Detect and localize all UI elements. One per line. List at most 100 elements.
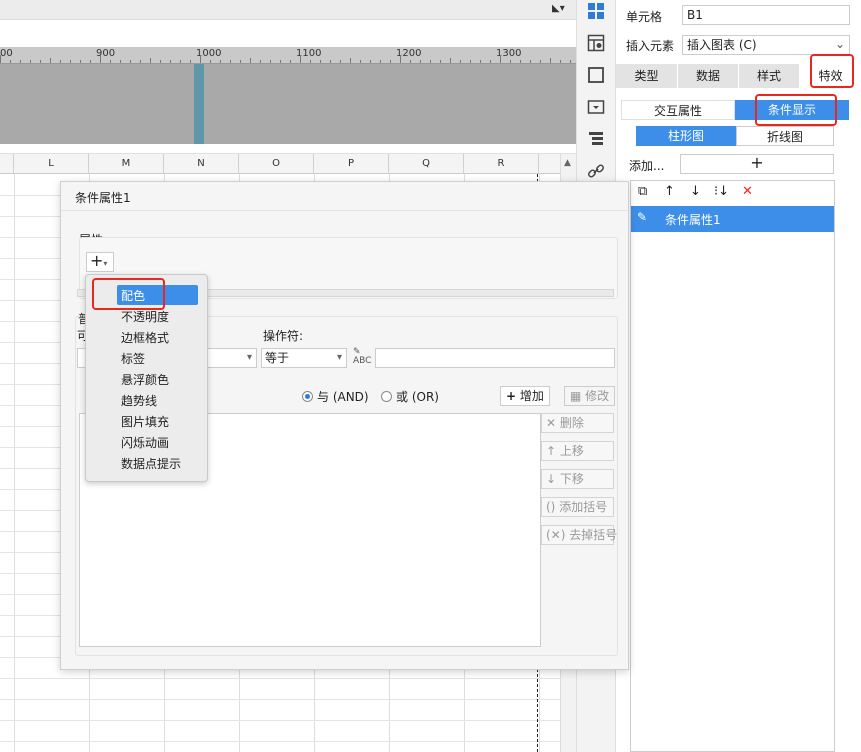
move-up-label: 上移 [559,444,584,458]
add-bracket-button[interactable]: () 添加括号 [541,497,614,517]
ruler-tick [220,60,221,63]
ruler-tick [510,60,511,63]
plus-icon: + [506,389,517,403]
remove-bracket-button[interactable]: (✕) 去掉括号 [541,525,617,545]
move-down-button[interactable]: ↓ 下移 [541,469,614,489]
ruler-tick [460,60,461,63]
dialog-title: 条件属性1 [75,191,131,205]
report-design-area[interactable] [0,64,576,144]
move-bottom-icon[interactable]: ⁝↓ [714,184,729,199]
operator-value: 等于 [265,351,290,365]
ruler-tick [300,55,301,63]
or-radio[interactable] [381,391,392,402]
list-item-selected[interactable]: ✎ 条件属性1 [631,206,834,232]
plus-icon: + [90,251,104,270]
ruler-tick [90,60,91,63]
collapse-corner-icon[interactable]: ◣▾ [552,3,565,14]
condition-list-box: ✎ 条件属性1 [630,180,835,752]
tab-data[interactable]: 数据 [678,64,739,88]
selected-column-marker[interactable] [194,64,204,144]
ruler-tick [130,60,131,63]
grid-row-line [0,699,560,700]
column-header-p[interactable]: P [314,154,389,174]
scroll-up-icon[interactable]: ▲ [564,158,571,168]
ruler-tick [100,55,101,63]
hyperlink-list-icon[interactable] [587,130,605,148]
ruler-tick [380,60,381,63]
move-down-icon[interactable]: ↓ [690,184,701,199]
move-up-button[interactable]: ↑ 上移 [541,441,614,461]
grid-row-line [0,678,560,679]
add-label: 添加... [629,159,665,173]
horizontal-ruler: 00 900 1000 1100 1200 1300 [0,47,576,64]
delete-x-icon[interactable]: ✕ [742,184,753,199]
ruler-tick [490,60,491,63]
ruler-tick [150,58,151,63]
ruler-tick [240,60,241,63]
menu-item-hover-color[interactable]: 悬浮颜色 [121,371,169,388]
ruler-tick [200,55,201,63]
edit-pencil-icon: ✎ [637,210,648,224]
delete-button-label: 删除 [559,416,584,430]
ruler-tick [400,55,401,63]
border-icon[interactable] [587,66,605,84]
column-header-q[interactable]: Q [389,154,464,174]
column-header-r[interactable]: R [464,154,539,174]
ruler-tick [560,60,561,63]
tab-bar-chart[interactable]: 柱形图 [636,126,736,146]
column-header-o[interactable]: O [239,154,314,174]
menu-item-image-fill[interactable]: 图片填充 [121,413,169,430]
chevron-down-icon: ▾ [103,259,108,268]
ruler-tick [280,60,281,63]
ruler-tick [340,60,341,63]
ruler-tick [160,60,161,63]
ruler-tick [10,60,11,63]
tab-type[interactable]: 类型 [616,64,678,88]
menu-item-opacity[interactable]: 不透明度 [121,308,169,325]
column-header-n[interactable]: N [164,154,239,174]
and-radio[interactable] [302,391,313,402]
cell-attributes-icon[interactable] [587,2,605,20]
widget-icon[interactable] [587,98,605,116]
property-panel: 单元格 B1 插入元素 插入图表 (C) ⌄ 类型 数据 样式 特效 交互属性 … [615,0,861,752]
tab-style[interactable]: 样式 [739,64,800,88]
insert-element-select[interactable]: 插入图表 (C) ⌄ [682,35,850,55]
cell-element-icon[interactable] [587,34,605,52]
menu-item-border-format[interactable]: 边框格式 [121,329,169,346]
top-toolbar-strip: ◣▾ [0,0,576,20]
operator-select[interactable]: 等于 ▾ [261,348,347,368]
add-bracket-label: 添加括号 [559,500,608,514]
menu-item-label[interactable]: 标签 [121,350,145,367]
dialog-title-separator [61,210,628,211]
ruler-tick [50,58,51,63]
ruler-tick [140,60,141,63]
column-header-partial[interactable] [0,154,14,174]
value-input[interactable] [375,348,615,368]
copy-icon[interactable]: ⧉ [638,184,647,199]
menu-item-blink-animation[interactable]: 闪烁动画 [121,434,169,451]
tab-line-chart[interactable]: 折线图 [736,126,834,146]
add-button[interactable]: + 增加 [500,386,550,406]
formula-abc-icon[interactable]: ✎ ABC [353,348,371,366]
menu-item-trendline[interactable]: 趋势线 [121,392,157,409]
modify-button[interactable]: ▦ 修改 [564,386,616,406]
ruler-tick [20,60,21,63]
link-icon[interactable] [587,162,605,180]
column-header-m[interactable]: M [89,154,164,174]
tab-interaction-attributes[interactable]: 交互属性 [621,100,735,120]
menu-item-data-point-tip[interactable]: 数据点提示 [121,455,181,472]
move-up-icon[interactable]: ↑ [664,184,675,199]
column-header-l[interactable]: L [14,154,89,174]
ruler-tick [80,60,81,63]
ruler-tick [270,60,271,63]
add-attribute-button[interactable]: +▾ [86,252,114,272]
column-header-row: L M N O P Q R [0,154,560,174]
cell-name-input[interactable]: B1 [682,5,850,25]
add-condition-button[interactable]: + [680,154,834,174]
delete-button[interactable]: ✕ 删除 [541,413,614,433]
or-label: 或 (OR) [396,390,439,404]
ruler-tick [290,60,291,63]
ruler-tick [350,58,351,63]
operator-label: 操作符: [263,329,304,343]
ruler-tick [310,60,311,63]
